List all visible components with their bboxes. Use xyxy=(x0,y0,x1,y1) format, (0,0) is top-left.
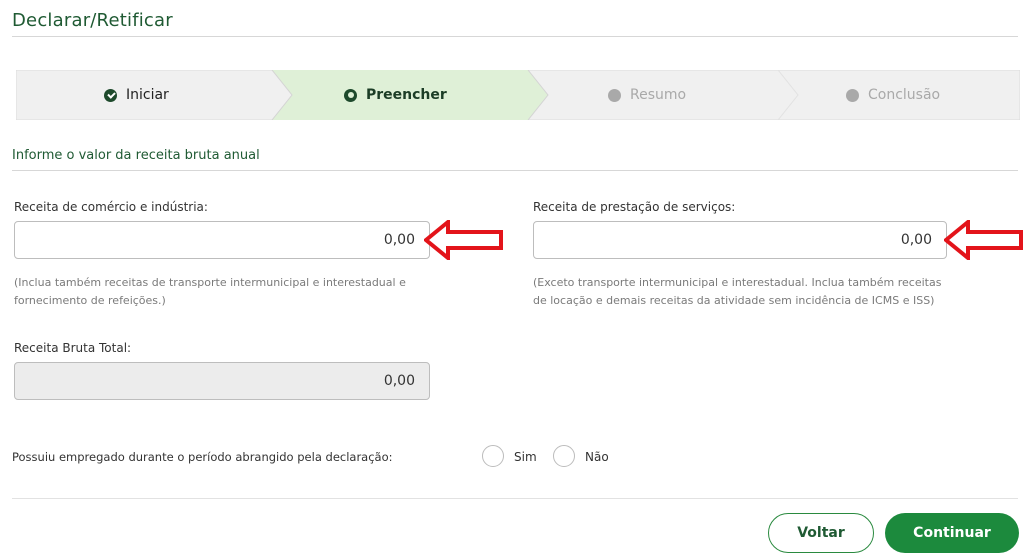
red-arrow-annotation xyxy=(944,220,1023,260)
comercio-input[interactable] xyxy=(14,221,430,259)
comercio-help-line2: fornecimento de refeições.) xyxy=(14,294,166,307)
servicos-input[interactable] xyxy=(533,221,947,259)
servicos-help-line2: de locação e demais receitas da atividad… xyxy=(533,294,935,307)
comercio-help-line1: (Inclua também receitas de transporte in… xyxy=(14,276,406,289)
step-iniciar-label: Iniciar xyxy=(126,87,169,103)
section-title: Informe o valor da receita bruta anual xyxy=(12,148,260,163)
radio-nao-label[interactable]: Não xyxy=(585,450,609,464)
check-circle-icon xyxy=(104,88,117,102)
progress-stepper: Iniciar Preencher Resumo Conclusão xyxy=(16,70,1020,120)
radio-nao[interactable] xyxy=(553,445,575,467)
footer-divider xyxy=(12,498,1018,499)
step-resumo: Resumo xyxy=(608,70,686,120)
title-divider xyxy=(12,36,1018,37)
pending-step-icon xyxy=(608,88,621,102)
radio-sim[interactable] xyxy=(482,445,504,467)
active-step-icon xyxy=(344,88,357,102)
step-preencher-label: Preencher xyxy=(366,87,447,103)
step-iniciar[interactable]: Iniciar xyxy=(104,70,169,120)
step-conclusao-label: Conclusão xyxy=(868,87,941,103)
empregado-question: Possuiu empregado durante o período abra… xyxy=(12,450,393,464)
voltar-button[interactable]: Voltar xyxy=(768,513,874,553)
section-divider xyxy=(12,170,1018,171)
step-conclusao: Conclusão xyxy=(846,70,940,120)
total-label: Receita Bruta Total: xyxy=(14,341,132,355)
step-resumo-label: Resumo xyxy=(630,87,687,103)
step-preencher[interactable]: Preencher xyxy=(344,70,447,120)
total-input xyxy=(14,362,430,400)
red-arrow-annotation xyxy=(424,220,503,260)
servicos-label: Receita de prestação de serviços: xyxy=(533,200,736,214)
radio-sim-label[interactable]: Sim xyxy=(514,450,537,464)
continuar-button[interactable]: Continuar xyxy=(885,513,1019,553)
page-title: Declarar/Retificar xyxy=(12,10,173,31)
pending-step-icon xyxy=(846,88,859,102)
servicos-help-line1: (Exceto transporte intermunicipal e inte… xyxy=(533,276,942,289)
comercio-label: Receita de comércio e indústria: xyxy=(14,200,208,214)
